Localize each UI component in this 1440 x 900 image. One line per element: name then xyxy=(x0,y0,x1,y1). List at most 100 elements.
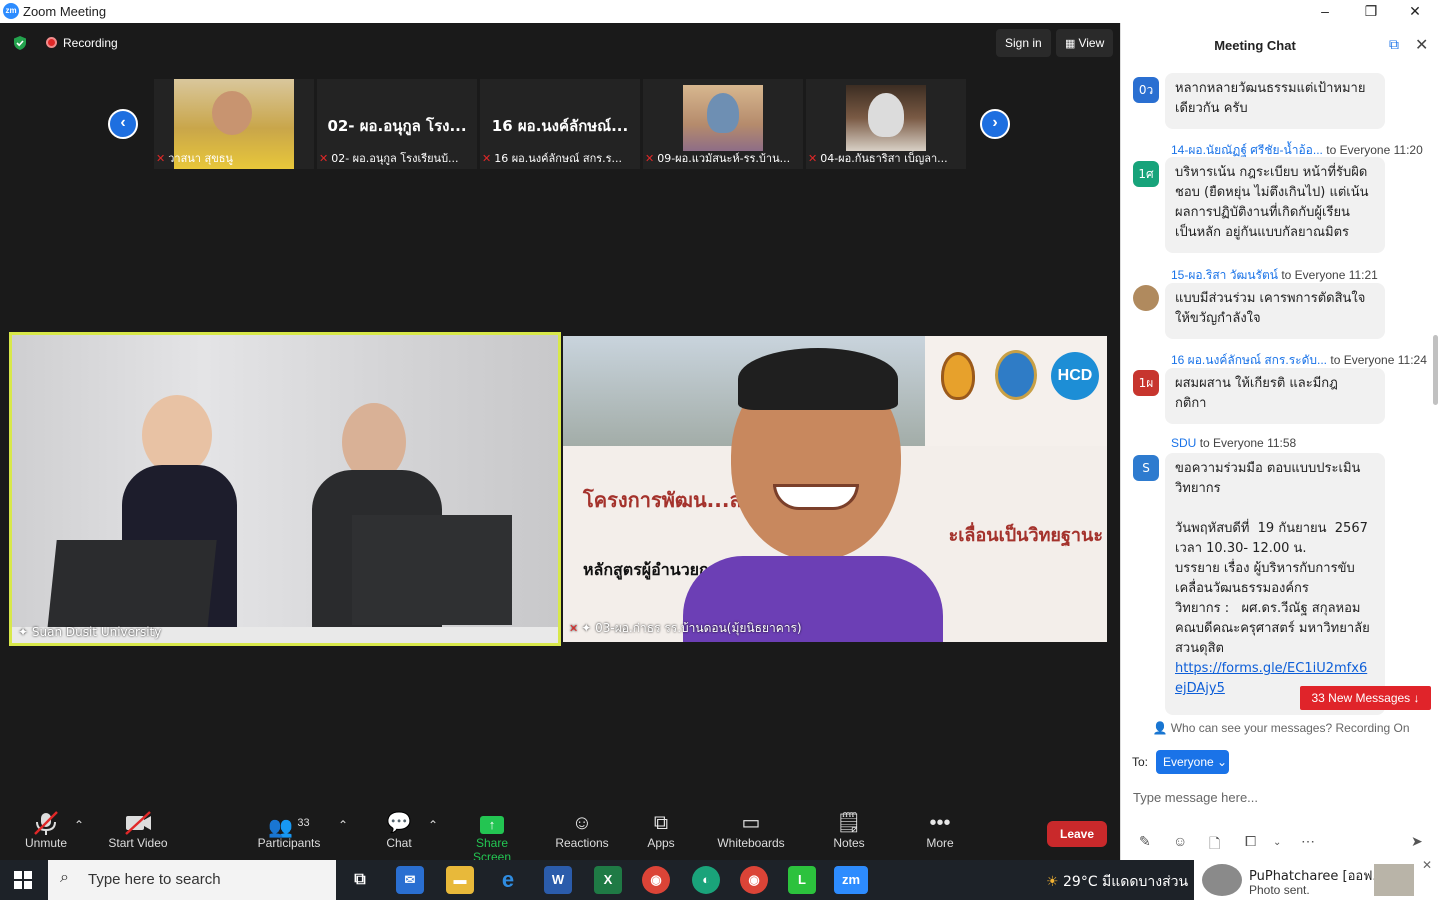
title-bar: zm Zoom Meeting – ❐ ✕ xyxy=(0,0,1440,23)
close-notification-icon[interactable]: ✕ xyxy=(1422,858,1432,872)
notification-photo xyxy=(1374,864,1414,896)
audio-options-caret-icon[interactable]: ⌃ xyxy=(74,818,84,832)
file-icon[interactable]: 🗋 xyxy=(1209,833,1220,857)
new-messages-button[interactable]: 33 New Messages ↓ xyxy=(1300,686,1431,710)
leave-button[interactable]: Leave xyxy=(1047,821,1107,847)
more-button[interactable]: ••• More xyxy=(920,810,960,850)
windows-start-icon[interactable] xyxy=(14,871,32,889)
chat-button[interactable]: 💬 Chat xyxy=(378,810,420,850)
participant-video[interactable]: HCD โครงการพัฒน...ลากรทางการศึกษา ะเลื่อ… xyxy=(563,336,1107,642)
zoom-app-icon[interactable]: zm xyxy=(834,866,868,894)
laptop-right xyxy=(352,515,512,625)
message-bubble: ผสมผสาน ให้เกียรติ และมีกฎ กติกา xyxy=(1165,368,1385,424)
participant-smile xyxy=(773,484,859,510)
active-speaker-video[interactable]: ✦ Suan Dusit University xyxy=(9,332,561,646)
chat-scrollbar[interactable] xyxy=(1433,335,1438,405)
avatar-photo xyxy=(1133,285,1159,311)
participant-thumbnail[interactable]: ✕ 09-ผอ.แวมัสนะห์-รร.บ้าน... xyxy=(643,79,803,169)
chrome-profile-icon[interactable]: ◉ xyxy=(740,866,768,894)
view-button[interactable]: ▦ View xyxy=(1056,29,1114,57)
start-video-button[interactable]: Start Video xyxy=(104,810,172,850)
participant-photo xyxy=(683,85,763,151)
word-app-icon[interactable]: W xyxy=(544,866,572,894)
recipient-select[interactable]: Everyone ⌄ xyxy=(1156,750,1229,774)
participant-hair xyxy=(738,348,898,410)
chevron-down-icon: ⌄ xyxy=(1217,755,1228,769)
send-icon[interactable]: ➤ xyxy=(1411,833,1423,850)
minimize-button[interactable]: – xyxy=(1302,0,1348,23)
participant-thumbnail[interactable]: ✕ 04-ผอ.กันธาริสา เบ็ญลา... xyxy=(806,79,966,169)
notes-icon: 🗒 xyxy=(836,812,862,834)
avatar: S xyxy=(1133,455,1159,481)
message-input[interactable] xyxy=(1133,783,1429,811)
encryption-shield-icon[interactable] xyxy=(12,35,28,51)
muted-mic-icon: ✕ xyxy=(808,152,818,165)
line-app-icon[interactable]: L xyxy=(788,866,816,894)
internet-explorer-icon[interactable]: e xyxy=(494,866,522,894)
meeting-chat-panel: Meeting Chat ⧉ ✕ 0ว หลากหลายวัฒนธรรมแต่เ… xyxy=(1120,23,1440,860)
message-visibility-info[interactable]: 👤 Who can see your messages? Recording O… xyxy=(1121,721,1440,735)
screenshot-options-caret-icon[interactable]: ⌄ xyxy=(1273,837,1281,848)
task-view-icon[interactable]: ⧉ xyxy=(346,866,374,894)
message-bubble: หลากหลายวัฒนธรรมแต่เป้าหมาย เดียวกัน ครั… xyxy=(1165,73,1385,129)
participants-options-caret-icon[interactable]: ⌃ xyxy=(338,818,348,832)
excel-app-icon[interactable]: X xyxy=(594,866,622,894)
chat-label: Chat xyxy=(386,836,412,850)
emoji-icon[interactable]: ☺ xyxy=(1173,833,1187,849)
mail-app-icon[interactable]: ✉ xyxy=(396,866,424,894)
muted-mic-icon: ✕ xyxy=(645,152,655,165)
participant-photo xyxy=(846,85,926,151)
unmute-label: Unmute xyxy=(24,836,68,850)
chat-header: Meeting Chat ⧉ ✕ xyxy=(1121,23,1440,65)
search-placeholder: Type here to search xyxy=(88,871,221,888)
notes-button[interactable]: 🗒 Notes xyxy=(828,810,870,850)
sign-in-button[interactable]: Sign in xyxy=(996,29,1051,57)
chat-options-caret-icon[interactable]: ⌃ xyxy=(428,818,438,832)
next-page-icon[interactable]: › xyxy=(980,109,1010,139)
school-logo-icon xyxy=(941,352,975,400)
zoom-logo-icon: zm xyxy=(3,3,19,19)
notification-toast[interactable]: PuPhatcharee [ออฟ... Photo sent. ✕ xyxy=(1194,858,1440,900)
format-text-icon[interactable]: ✎ xyxy=(1139,833,1151,850)
reactions-button[interactable]: ☺ Reactions xyxy=(552,810,612,850)
recording-label: Recording xyxy=(63,36,118,50)
participant-thumbnail[interactable]: ✕ วาสนา สุขธนู xyxy=(154,79,314,169)
speaker-face-left xyxy=(142,395,212,475)
screenshot-icon[interactable]: ⧠ xyxy=(1245,833,1256,850)
participants-icon: 👥 33 xyxy=(268,816,310,839)
recording-indicator[interactable]: Recording xyxy=(46,36,118,50)
edge-app-icon[interactable]: ◐ xyxy=(692,866,720,894)
whiteboards-button[interactable]: ▭ Whiteboards xyxy=(714,810,788,850)
person-lock-icon: 👤 xyxy=(1152,721,1171,735)
close-window-button[interactable]: ✕ xyxy=(1392,0,1438,23)
taskbar-search-box[interactable]: ⌕ Type here to search xyxy=(48,860,336,900)
participant-label: ✕ 16 ผอ.นงค์ลักษณ์ สกร.ร... xyxy=(482,152,623,165)
apps-button[interactable]: ⧉ Apps xyxy=(640,810,682,850)
mic-muted-icon xyxy=(34,811,58,835)
popout-icon[interactable]: ⧉ xyxy=(1389,36,1405,52)
unmute-button[interactable]: Unmute xyxy=(16,810,76,850)
laptop-left xyxy=(47,540,217,630)
arrow-down-icon: ↓ xyxy=(1413,691,1420,705)
avatar: 0ว xyxy=(1133,77,1159,103)
chrome-app-icon[interactable]: ◉ xyxy=(642,866,670,894)
share-screen-button[interactable]: ↑ Share Screen xyxy=(456,810,528,864)
file-explorer-icon[interactable]: ▬ xyxy=(446,866,474,894)
more-label: More xyxy=(926,836,954,850)
muted-mic-icon: ✕ xyxy=(319,152,329,165)
restore-button[interactable]: ❐ xyxy=(1348,0,1394,23)
chat-message-list[interactable]: 0ว หลากหลายวัฒนธรรมแต่เป้าหมาย เดียวกัน … xyxy=(1121,65,1431,715)
close-chat-icon[interactable]: ✕ xyxy=(1415,35,1428,55)
previous-page-icon[interactable]: ‹ xyxy=(108,109,138,139)
more-options-icon[interactable]: ⋯ xyxy=(1301,833,1315,850)
pin-icon: ✦ xyxy=(18,625,32,639)
participant-thumbnail[interactable]: 02- ผอ.อนุกูล โรง... ✕ 02- ผอ.อนุกูล โรงเ… xyxy=(317,79,477,169)
more-dots-icon: ••• xyxy=(929,812,951,834)
participant-label: ✕ 02- ผอ.อนุกูล โรงเรียนบ้... xyxy=(319,152,459,165)
participant-thumbnail[interactable]: 16 ผอ.นงค์ลักษณ์... ✕ 16 ผอ.นงค์ลักษณ์ สก… xyxy=(480,79,640,169)
participants-button[interactable]: 👥 33 Participants xyxy=(254,810,324,850)
meeting-toolbar: Unmute ⌃ Start Video 👥 33 Participants ⌃ … xyxy=(0,800,1120,864)
weather-widget[interactable]: ☀ 29°C มีแดดบางส่วน xyxy=(1046,871,1188,893)
grid-icon: ▦ xyxy=(1065,38,1079,50)
message-meta: SDU to Everyone 11:58 xyxy=(1171,436,1297,450)
